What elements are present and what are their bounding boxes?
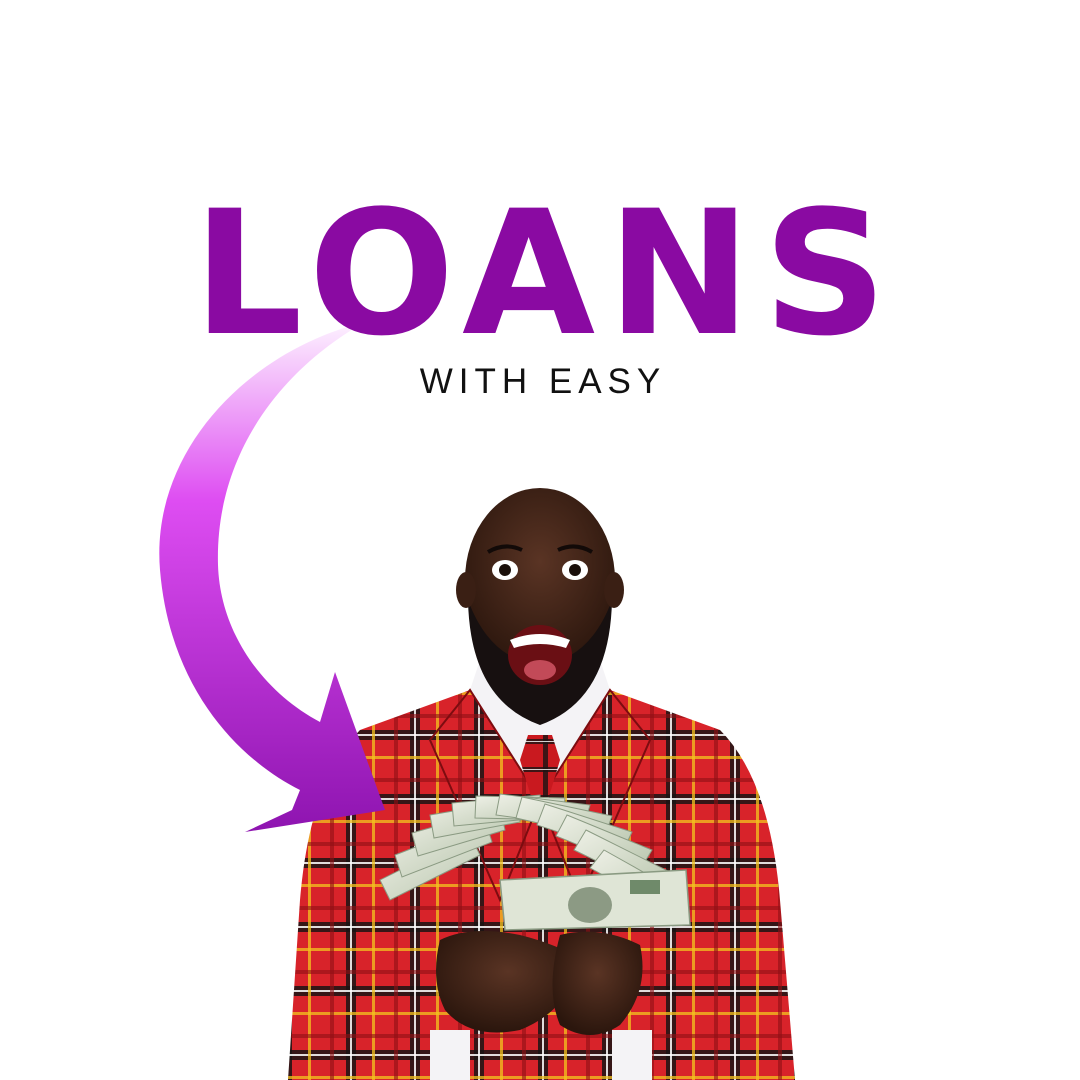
subheadline-with-easy: WITH EASY xyxy=(419,362,667,401)
ad-canvas: LOANS WITH EASY xyxy=(0,0,1080,1080)
headline-loans: LOANS xyxy=(192,173,899,374)
curved-arrow-icon xyxy=(159,322,385,832)
